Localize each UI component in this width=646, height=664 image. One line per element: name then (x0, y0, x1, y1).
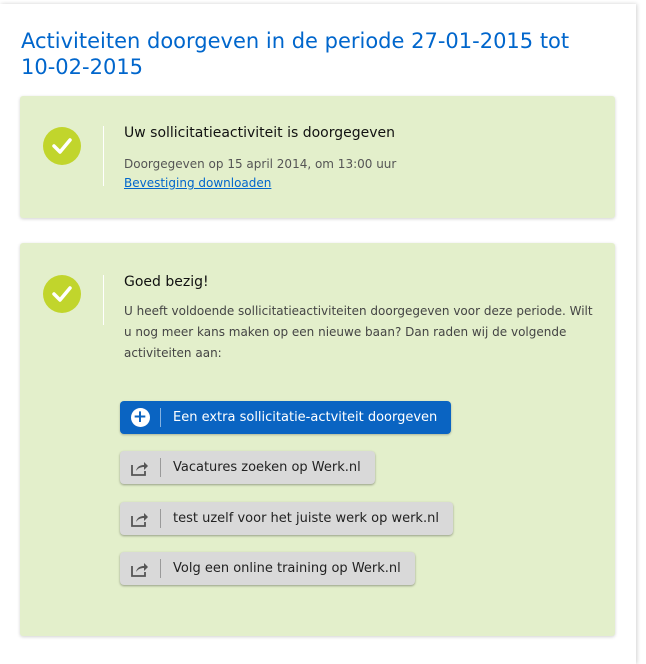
share-icon (120, 451, 160, 484)
submitted-date: Doorgegeven op 15 april 2014, om 13:00 u… (124, 157, 397, 171)
test-yourself-button[interactable]: test uzelf voor het juiste werk op werk.… (120, 502, 453, 535)
test-yourself-label: test uzelf voor het juiste werk op werk.… (173, 511, 439, 526)
divider (103, 275, 104, 325)
add-activity-label: Een extra sollicitatie-actviteit doorgev… (173, 410, 438, 425)
advice-heading: Goed bezig! (124, 274, 209, 290)
plus-icon: + (130, 408, 150, 427)
divider (103, 126, 104, 186)
online-training-button[interactable]: Volg een online training op Werk.nl (120, 552, 415, 585)
share-icon (120, 552, 160, 585)
advice-card: Goed bezig! U heeft voldoende sollicitat… (20, 243, 615, 636)
add-activity-button[interactable]: + Een extra sollicitatie-actviteit doorg… (120, 401, 452, 434)
advice-text: U heeft voldoende sollicitatieactiviteit… (124, 304, 593, 360)
download-confirmation-link[interactable]: Bevestiging downloaden (124, 174, 595, 192)
share-icon (120, 502, 160, 535)
online-training-label: Volg een online training op Werk.nl (173, 561, 401, 576)
check-icon (43, 275, 81, 313)
confirmation-card: Uw sollicitatieactiviteit is doorgegeven… (20, 96, 615, 218)
search-vacancies-label: Vacatures zoeken op Werk.nl (173, 460, 361, 475)
page-title: Activiteiten doorgeven in de periode 27-… (21, 29, 570, 79)
check-icon (43, 127, 81, 165)
confirmation-heading: Uw sollicitatieactiviteit is doorgegeven (124, 125, 396, 141)
search-vacancies-button[interactable]: Vacatures zoeken op Werk.nl (120, 451, 375, 484)
